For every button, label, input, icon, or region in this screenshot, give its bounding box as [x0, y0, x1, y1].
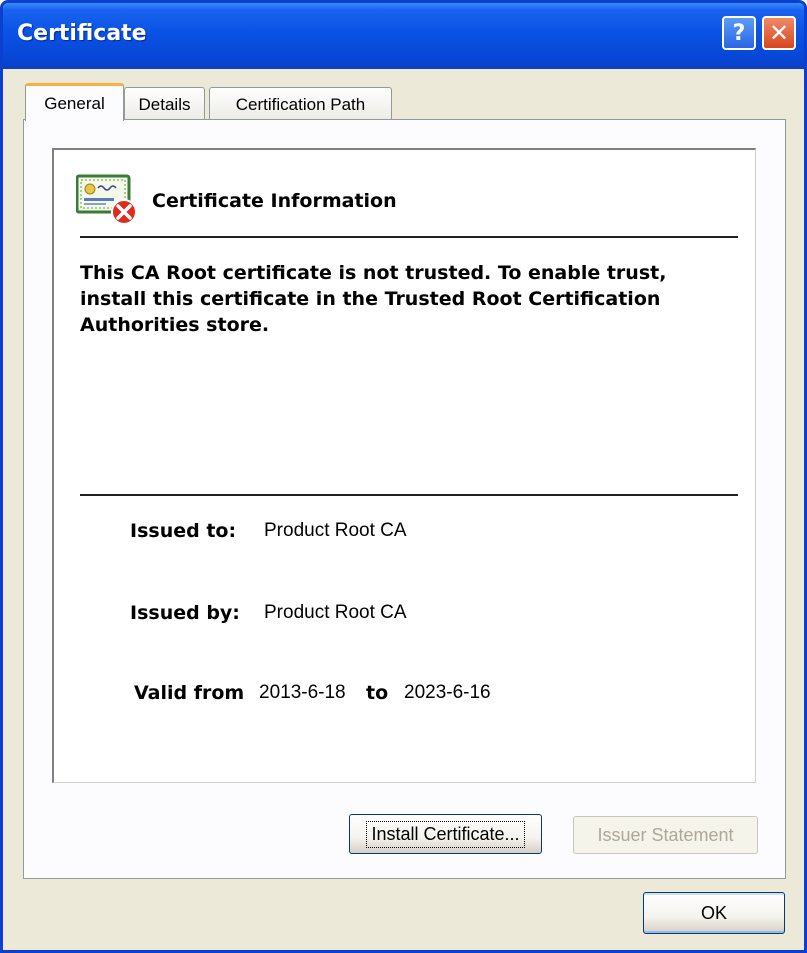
divider [80, 494, 738, 496]
issued-to-label: Issued to: [130, 520, 237, 542]
issuer-statement-label: Issuer Statement [597, 824, 734, 845]
valid-from-value: 2013-6-18 [259, 682, 346, 703]
divider [80, 236, 738, 238]
certificate-dialog: Certificate ? ✕ General Details Certific… [0, 0, 807, 953]
general-tab-panel: Certificate Information This CA Root cer… [23, 119, 786, 879]
certificate-info-box: Certificate Information This CA Root cer… [52, 148, 756, 783]
window-title: Certificate [17, 21, 147, 46]
tab-general[interactable]: General [25, 83, 124, 121]
valid-from-label: Valid from [134, 682, 245, 704]
issued-to-value: Product Root CA [264, 520, 407, 541]
help-button[interactable]: ? [722, 16, 756, 50]
valid-to-value: 2023-6-16 [404, 682, 491, 703]
certificate-error-icon [76, 174, 137, 225]
close-button[interactable]: ✕ [762, 16, 796, 50]
certificate-info-heading: Certificate Information [152, 190, 397, 212]
ok-label: OK [700, 902, 727, 923]
tab-certification-path[interactable]: Certification Path [209, 87, 392, 121]
close-icon: ✕ [768, 19, 790, 47]
valid-to-label: to [366, 682, 389, 704]
issued-by-label: Issued by: [130, 602, 240, 624]
title-bar[interactable]: Certificate ? ✕ [3, 3, 804, 69]
issuer-statement-button[interactable]: Issuer Statement [573, 816, 758, 854]
ok-button[interactable]: OK [643, 892, 785, 934]
install-certificate-button[interactable]: Install Certificate... [349, 814, 542, 854]
trust-warning-text: This CA Root certificate is not trusted.… [80, 262, 667, 336]
install-certificate-label: Install Certificate... [366, 820, 525, 848]
help-icon: ? [732, 20, 746, 46]
issued-by-value: Product Root CA [264, 602, 407, 623]
tab-details[interactable]: Details [124, 87, 205, 121]
